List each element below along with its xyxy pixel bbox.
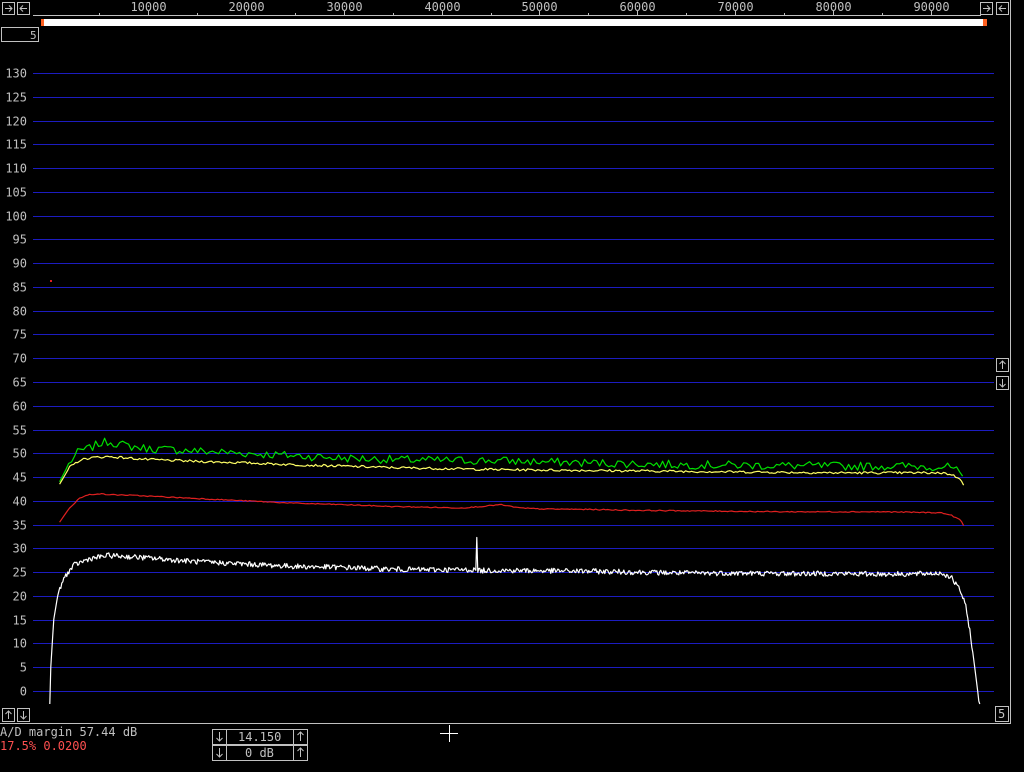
- scroll-left-button-end[interactable]: [996, 2, 1009, 15]
- x-tick-label: 20000: [228, 0, 264, 14]
- offset-up-button[interactable]: [2, 708, 15, 722]
- y-tick-label: 95: [13, 233, 27, 247]
- crosshair-cursor-icon: [440, 725, 458, 742]
- y-tick-label: 50: [13, 447, 27, 461]
- x-tick-label: 60000: [619, 0, 655, 14]
- grid: [33, 73, 994, 692]
- y-tick-label: 75: [13, 328, 27, 342]
- y-tick-label: 115: [5, 138, 27, 152]
- y-tick-label: 80: [13, 305, 27, 319]
- y-tick-label: 0: [20, 685, 27, 699]
- y-tick-label: 25: [13, 566, 27, 580]
- passband-bar[interactable]: [41, 19, 987, 26]
- x-tick-label: 10000: [130, 0, 166, 14]
- y-tick-label: 15: [13, 614, 27, 628]
- scroll-left-button[interactable]: [17, 2, 30, 15]
- y-tick-label: 55: [13, 424, 27, 438]
- y-tick-label: 65: [13, 376, 27, 390]
- gain-value: 14.150: [238, 730, 281, 744]
- y-tick-label: 40: [13, 495, 27, 509]
- x-tick-label: 40000: [424, 0, 460, 14]
- y-tick-label: 130: [5, 67, 27, 81]
- y-tick-label: 30: [13, 542, 27, 556]
- x-tick-label: 90000: [913, 0, 949, 14]
- y-tick-label: 105: [5, 186, 27, 200]
- series-line-3: [59, 493, 965, 526]
- x-tick-label: 80000: [815, 0, 851, 14]
- stray-marker: [50, 280, 52, 282]
- y-tick-label: 10: [13, 637, 27, 651]
- y-tick-label: 20: [13, 590, 27, 604]
- x-tick-label: 50000: [521, 0, 557, 14]
- x-tick-label: 30000: [326, 0, 362, 14]
- average-box-label: 5: [998, 707, 1005, 721]
- average-box[interactable]: 5: [995, 706, 1009, 722]
- y-tick-label: 35: [13, 519, 27, 533]
- zoom-box-label: 5: [30, 29, 37, 42]
- frequency-ticks: 10000 20000 30000 40000 50000 60000 70000 80000…: [99, 0, 981, 16]
- db-value: 0 dB: [245, 746, 274, 760]
- gain-control[interactable]: 14.150: [212, 729, 308, 745]
- passband-left-marker[interactable]: [41, 19, 44, 26]
- passband-right-marker[interactable]: [983, 19, 987, 26]
- scale-up-button[interactable]: [996, 358, 1009, 372]
- y-tick-label: 45: [13, 471, 27, 485]
- x-tick-label: 70000: [717, 0, 753, 14]
- scroll-right-button[interactable]: [2, 2, 15, 15]
- y-tick-label: 120: [5, 115, 27, 129]
- y-tick-label: 5: [20, 661, 27, 675]
- ad-margin-readout: A/D margin 57.44 dB: [0, 725, 138, 739]
- offset-down-button[interactable]: [17, 708, 30, 722]
- spectrum-plot: 10000 20000 30000 40000 50000 60000 70000 80000…: [0, 0, 1024, 761]
- zoom-box[interactable]: 5: [1, 27, 39, 43]
- spectrum-window: 10000 20000 30000 40000 50000 60000 70000 80000…: [0, 0, 1024, 768]
- scale-down-button[interactable]: [996, 376, 1009, 390]
- y-tick-label: 90: [13, 257, 27, 271]
- scroll-right-button-end[interactable]: [980, 2, 993, 15]
- db-control[interactable]: 0 dB: [212, 745, 308, 761]
- y-tick-label: 110: [5, 162, 27, 176]
- y-tick-label: 100: [5, 210, 27, 224]
- amplitude-ticks: 0 5 10 15 20 25 30 35 40 45 50 55 60 65 70 75 80 85 90 95 10…: [5, 67, 27, 699]
- percent-readout: 17.5% 0.0200: [0, 739, 87, 753]
- y-tick-label: 70: [13, 352, 27, 366]
- y-tick-label: 85: [13, 281, 27, 295]
- series-group: [49, 437, 981, 705]
- y-tick-label: 125: [5, 91, 27, 105]
- y-tick-label: 60: [13, 400, 27, 414]
